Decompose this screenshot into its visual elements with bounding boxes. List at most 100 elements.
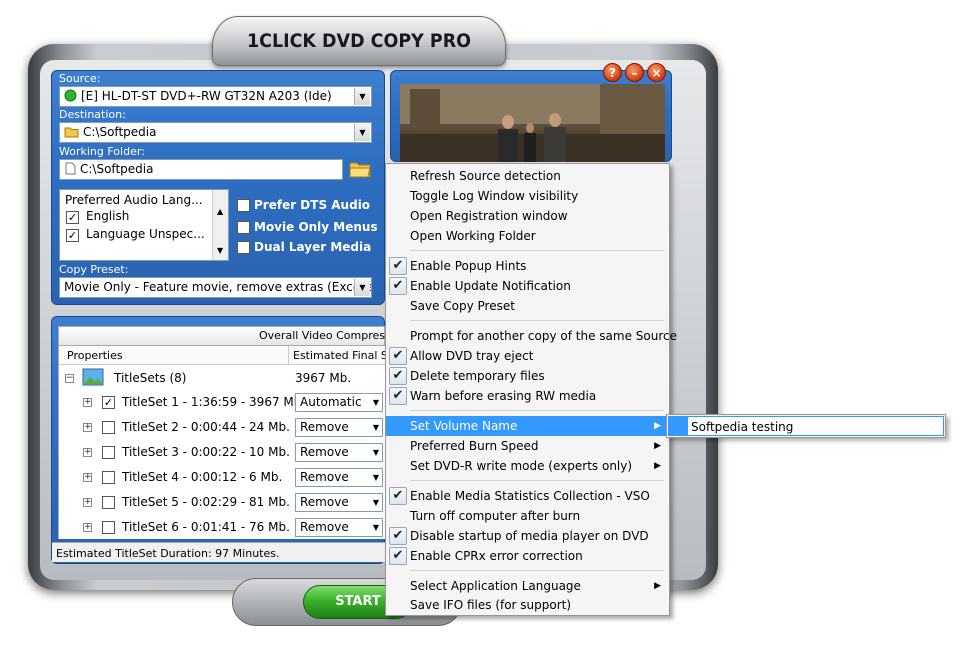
menu-item-open-registration[interactable]: Open Registration window	[386, 206, 669, 226]
check-icon: ✔	[389, 367, 407, 385]
compression-header[interactable]: Overall Video Compression	[58, 326, 408, 346]
table-row[interactable]: + TitleSet 3 - 0:00:22 - 10 Mb. Remove ▼	[59, 440, 386, 465]
expand-icon[interactable]: +	[83, 423, 92, 432]
menu-item-label: Set Volume Name	[410, 419, 518, 433]
menu-item-label: Allow DVD tray eject	[410, 349, 534, 363]
help-button[interactable]: ?	[603, 63, 622, 82]
menu-item-label: Save IFO files (for support)	[410, 598, 572, 612]
prefer-dts-checkbox[interactable]	[237, 199, 250, 212]
minimize-button[interactable]: –	[625, 63, 644, 82]
titleset-checkbox[interactable]	[102, 471, 115, 484]
expand-icon[interactable]: +	[83, 448, 92, 457]
titleset-action-select[interactable]: Remove ▼	[295, 468, 383, 487]
titleset-tree[interactable]: Properties Estimated Final Size − TitleS…	[58, 346, 404, 539]
titleset-action-select[interactable]: Automatic ▼	[295, 393, 383, 412]
chevron-down-icon: ▼	[372, 398, 379, 407]
titleset-checkbox[interactable]	[102, 521, 115, 534]
menu-item-allow-tray-eject[interactable]: ✔ Allow DVD tray eject	[386, 346, 669, 366]
expand-icon[interactable]: +	[83, 498, 92, 507]
scroll-down-icon[interactable]: ▼	[217, 246, 223, 255]
table-row[interactable]: + TitleSet 6 - 0:01:41 - 76 Mb. Remove ▼	[59, 515, 386, 539]
chevron-down-icon[interactable]: ▼	[354, 124, 370, 141]
close-button[interactable]: ×	[647, 63, 666, 82]
source-select[interactable]: [E] HL-DT-ST DVD+-RW GT32N A203 (Ide) ▼	[59, 86, 372, 107]
titleset-label: TitleSet 3 - 0:00:22 - 10 Mb.	[122, 445, 290, 459]
audio-language-list[interactable]: Preferred Audio Lang... ✓ English ✓ Lang…	[59, 189, 229, 261]
status-bar: Estimated TitleSet Duration: 97 Minutes.	[52, 542, 385, 562]
menu-item-disable-media-player[interactable]: ✔ Disable startup of media player on DVD	[386, 526, 669, 546]
submenu-arrow-icon: ▶	[654, 461, 661, 471]
browse-folder-button[interactable]	[347, 157, 373, 181]
folder-icon	[64, 126, 79, 141]
menu-separator	[410, 320, 664, 321]
video-preview	[400, 84, 665, 162]
chevron-down-icon: ▼	[372, 448, 379, 457]
copy-preset-label: Copy Preset:	[59, 263, 129, 276]
movie-only-menus-checkbox[interactable]	[237, 221, 250, 234]
menu-item-cprx-error-correction[interactable]: ✔ Enable CPRx error correction	[386, 546, 669, 566]
table-row[interactable]: + TitleSet 4 - 0:00:12 - 6 Mb. Remove ▼	[59, 465, 386, 490]
menu-item-popup-hints[interactable]: ✔ Enable Popup Hints	[386, 256, 669, 276]
titlesets-root-label: TitleSets (8)	[114, 371, 187, 385]
menu-item-save-copy-preset[interactable]: Save Copy Preset	[386, 296, 669, 316]
destination-select[interactable]: C:\Softpedia ▼	[59, 122, 372, 143]
expand-icon[interactable]: +	[83, 398, 92, 407]
check-icon: ✔	[389, 347, 407, 365]
menu-item-toggle-log[interactable]: Toggle Log Window visibility	[386, 186, 669, 206]
menu-item-warn-erasing-rw[interactable]: ✔ Warn before erasing RW media	[386, 386, 669, 406]
table-row[interactable]: + ✓ TitleSet 1 - 1:36:59 - 3967 Mb. Auto…	[59, 390, 386, 415]
menu-item-set-volume-name[interactable]: Set Volume Name ▶	[386, 416, 669, 436]
scroll-up-icon[interactable]: ▲	[217, 207, 223, 216]
menu-item-label: Delete temporary files	[410, 369, 545, 383]
table-row[interactable]: + TitleSet 2 - 0:00:44 - 24 Mb. Remove ▼	[59, 415, 386, 440]
titleset-action-value: Automatic	[300, 395, 362, 409]
collapse-icon[interactable]: −	[65, 374, 74, 383]
menu-item-delete-temp-files[interactable]: ✔ Delete temporary files	[386, 366, 669, 386]
titleset-checkbox[interactable]	[102, 496, 115, 509]
audio-list-scrollbar[interactable]: ▲ ▼	[212, 190, 228, 260]
app-title: 1CLICK DVD COPY PRO	[246, 30, 472, 52]
movie-only-menus-label: Movie Only Menus	[254, 220, 378, 234]
table-row[interactable]: + TitleSet 5 - 0:02:29 - 81 Mb. Remove ▼	[59, 490, 386, 515]
copy-preset-select[interactable]: Movie Only - Feature movie, remove extra…	[59, 277, 372, 298]
titleset-checkbox[interactable]	[102, 446, 115, 459]
menu-item-turn-off-computer[interactable]: Turn off computer after burn	[386, 506, 669, 526]
dual-layer-checkbox[interactable]	[237, 241, 250, 254]
check-icon: ✔	[389, 527, 407, 545]
column-divider	[288, 346, 289, 365]
source-value: [E] HL-DT-ST DVD+-RW GT32N A203 (Ide)	[81, 89, 332, 103]
menu-item-refresh-source[interactable]: Refresh Source detection	[386, 166, 669, 186]
copy-preset-value: Movie Only - Feature movie, remove extra…	[64, 280, 372, 294]
titleset-checkbox[interactable]	[102, 421, 115, 434]
audio-english-checkbox[interactable]: ✓	[66, 211, 79, 224]
titleset-action-select[interactable]: Remove ▼	[295, 518, 383, 537]
menu-separator	[410, 480, 664, 481]
menu-item-media-statistics[interactable]: ✔ Enable Media Statistics Collection - VS…	[386, 486, 669, 506]
menu-item-save-ifo[interactable]: Save IFO files (for support)	[386, 595, 669, 615]
volume-name-input[interactable]: Softpedia testing	[668, 416, 944, 436]
expand-icon[interactable]: +	[83, 473, 92, 482]
menu-item-open-working-folder[interactable]: Open Working Folder	[386, 226, 669, 246]
menu-item-prompt-another-copy[interactable]: Prompt for another copy of the same Sour…	[386, 326, 677, 346]
titleset-action-select[interactable]: Remove ▼	[295, 418, 383, 437]
chevron-down-icon[interactable]: ▼	[354, 88, 370, 105]
check-icon: ✔	[389, 487, 407, 505]
chevron-down-icon: ▼	[372, 423, 379, 432]
menu-item-update-notification[interactable]: ✔ Enable Update Notification	[386, 276, 669, 296]
titleset-action-select[interactable]: Remove ▼	[295, 443, 383, 462]
check-icon: ✔	[389, 257, 407, 275]
working-folder-input[interactable]: C:\Softpedia	[59, 159, 343, 180]
chevron-down-icon[interactable]: ▼	[354, 279, 370, 296]
col-properties[interactable]: Properties	[67, 349, 123, 362]
menu-item-label: Set DVD-R write mode (experts only)	[410, 459, 633, 473]
menu-item-dvdr-write-mode[interactable]: Set DVD-R write mode (experts only) ▶	[386, 456, 669, 476]
audio-unspecified-checkbox[interactable]: ✓	[66, 229, 79, 242]
menu-item-preferred-burn-speed[interactable]: Preferred Burn Speed ▶	[386, 436, 669, 456]
expand-icon[interactable]: +	[83, 523, 92, 532]
status-led-icon	[64, 89, 77, 105]
menu-item-label: Prompt for another copy of the same Sour…	[410, 329, 677, 343]
titleset-action-select[interactable]: Remove ▼	[295, 493, 383, 512]
menu-item-label: Turn off computer after burn	[410, 509, 581, 523]
titleset-checkbox[interactable]: ✓	[102, 396, 115, 409]
menu-item-select-language[interactable]: Select Application Language ▶	[386, 576, 669, 596]
